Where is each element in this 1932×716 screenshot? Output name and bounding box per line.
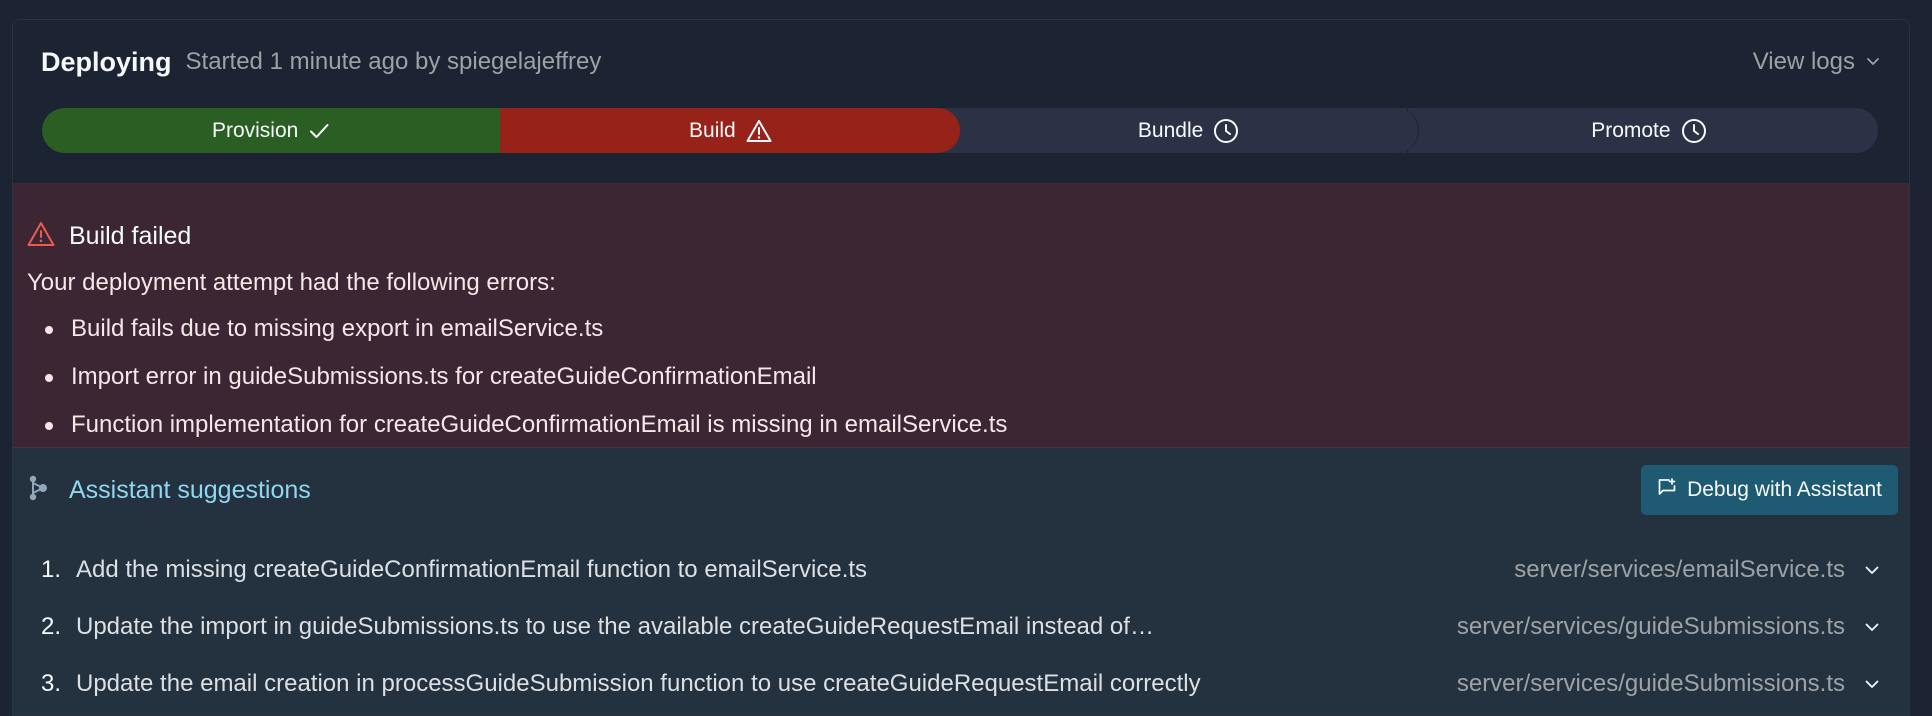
chat-icon <box>1657 477 1687 503</box>
warning-icon <box>746 119 772 143</box>
suggestion-item[interactable]: 3. Update the email creation in processG… <box>41 655 1881 712</box>
step-build[interactable]: Build <box>488 108 960 153</box>
suggestion-file-path: server/services/guideSubmissions.ts <box>1456 669 1845 697</box>
suggestion-list: 1. Add the missing createGuideConfirmati… <box>41 541 1881 712</box>
suggestion-item[interactable]: 1. Add the missing createGuideConfirmati… <box>41 541 1881 598</box>
warning-icon <box>27 221 55 252</box>
deployment-stepper: Provision Build Bundle Promote <box>42 108 1878 153</box>
chevron-down-icon[interactable] <box>1863 675 1881 693</box>
suggestion-number: 1. <box>41 555 62 583</box>
suggestion-file-path: server/services/emailService.ts <box>1514 555 1845 583</box>
error-item: Import error in guideSubmissions.ts for … <box>44 361 1007 409</box>
title-row: Deploying Started 1 minute ago by spiege… <box>41 42 1881 82</box>
page-title: Deploying <box>41 46 172 77</box>
chevron-down-icon[interactable] <box>1863 561 1881 579</box>
deployment-header: Deploying Started 1 minute ago by spiege… <box>13 20 1909 183</box>
assistant-suggestions-panel: Assistant suggestions Debug with Assista… <box>13 448 1909 715</box>
clock-icon <box>1681 118 1707 144</box>
error-title-row: Build failed <box>27 221 191 252</box>
step-provision[interactable]: Provision <box>42 108 501 153</box>
view-logs-button[interactable]: View logs <box>1753 48 1881 76</box>
chevron-down-icon <box>1855 48 1881 76</box>
suggestion-text: Add the missing createGuideConfirmationE… <box>76 555 868 583</box>
step-label: Build <box>689 118 736 142</box>
suggestion-number: 2. <box>41 612 62 640</box>
assistant-logo-icon <box>27 474 51 507</box>
chevron-down-icon[interactable] <box>1863 618 1881 636</box>
step-label: Provision <box>211 118 299 142</box>
assistant-title: Assistant suggestions <box>69 475 311 504</box>
build-error-box: Build failed Your deployment attempt had… <box>13 183 1909 448</box>
error-intro: Your deployment attempt had the followin… <box>27 269 556 296</box>
suggestion-item[interactable]: 2. Update the import in guideSubmissions… <box>41 598 1881 655</box>
suggestion-file-path: server/services/guideSubmissions.ts <box>1456 612 1845 640</box>
step-bundle[interactable]: Bundle <box>947 108 1419 153</box>
step-label: Promote <box>1591 118 1671 142</box>
check-icon <box>308 120 330 142</box>
view-logs-label: View logs <box>1752 48 1855 75</box>
debug-button-label: Debug with Assistant <box>1687 478 1882 501</box>
deployment-panel: Deploying Started 1 minute ago by spiege… <box>12 19 1910 716</box>
debug-with-assistant-button[interactable]: Debug with Assistant <box>1641 465 1898 515</box>
suggestion-text: Update the import in guideSubmissions.ts… <box>76 612 1154 640</box>
assistant-header: Assistant suggestions Debug with Assista… <box>27 465 1898 515</box>
error-item: Build fails due to missing export in ema… <box>44 313 1007 361</box>
step-promote[interactable]: Promote <box>1406 108 1878 153</box>
deployment-subtitle: Started 1 minute ago by spiegelajeffrey <box>185 48 602 75</box>
suggestion-number: 3. <box>41 669 62 697</box>
suggestion-text: Update the email creation in processGuid… <box>76 669 1201 697</box>
error-title: Build failed <box>69 222 192 250</box>
step-label: Bundle <box>1137 118 1204 142</box>
clock-icon <box>1213 118 1239 144</box>
error-list: Build fails due to missing export in ema… <box>27 313 1007 457</box>
